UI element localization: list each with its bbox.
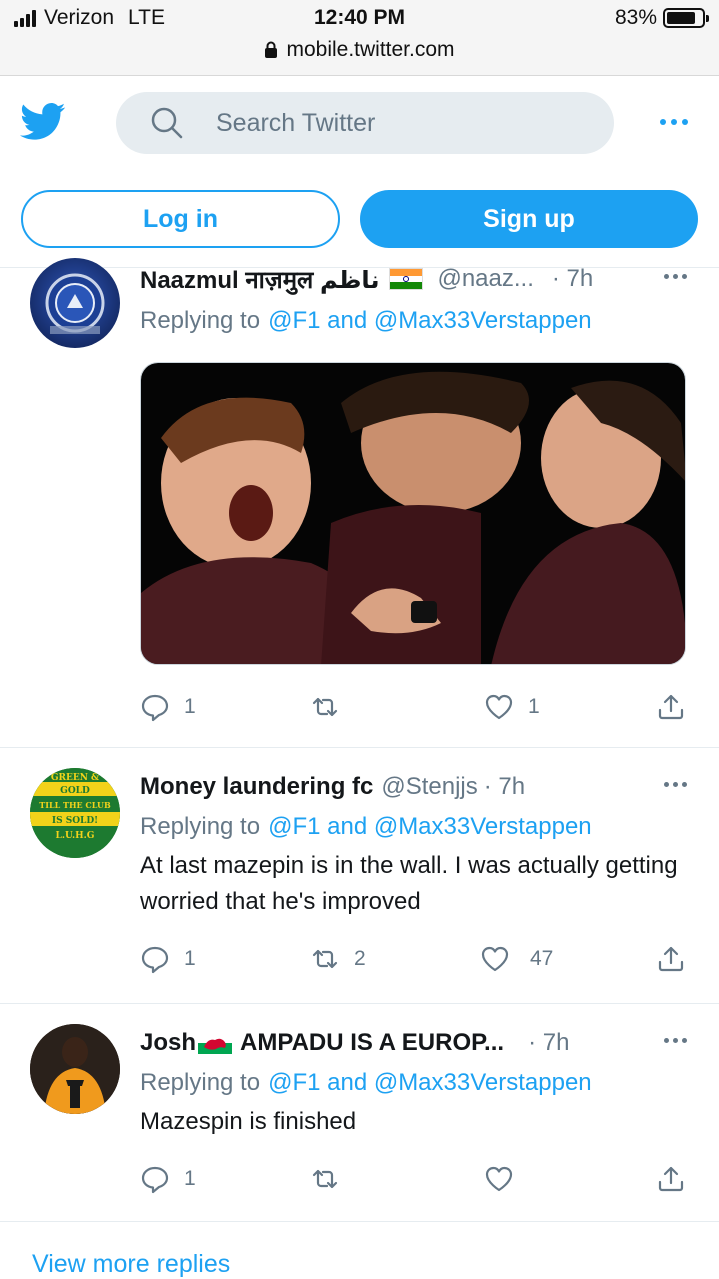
tweet-header: Naazmul नाज़मुल ناظم @naaz... · 7h <box>140 262 697 296</box>
timestamp[interactable]: · 7h <box>552 265 593 293</box>
chelsea-crest-icon <box>45 273 105 334</box>
reply-button[interactable]: 1 <box>140 692 196 722</box>
replying-to: Replying to @F1 and @Max33Verstappen <box>140 302 697 340</box>
avatar-text: GREEN & <box>51 773 99 783</box>
username[interactable]: @Stenjjs <box>381 773 477 801</box>
tweet-header: Josh AMPADU IS A EUROP... · 7h <box>140 1026 697 1060</box>
timestamp[interactable]: · 7h <box>528 1029 569 1057</box>
retweet-icon <box>312 949 338 969</box>
reply-icon <box>141 1166 169 1194</box>
retweet-count: 2 <box>354 947 366 970</box>
tweet-more-icon[interactable] <box>664 274 687 279</box>
tweet-actions: 1 2 47 <box>140 944 700 984</box>
avatar[interactable] <box>30 258 120 348</box>
reply-mentions[interactable]: @F1 and @Max33Verstappen <box>268 813 592 841</box>
heart-icon <box>481 946 509 972</box>
wales-flag-icon <box>198 1032 233 1054</box>
share-button[interactable] <box>656 1164 686 1194</box>
replying-to: Replying to @F1 and @Max33Verstappen <box>140 808 697 846</box>
like-count: 47 <box>530 947 554 970</box>
tweet[interactable]: Josh AMPADU IS A EUROP... · 7h Replying … <box>0 1004 719 1222</box>
tweet-actions: 1 <box>140 1164 700 1204</box>
tweet-actions: 1 1 <box>140 692 700 732</box>
signup-button[interactable]: Sign up <box>360 190 698 248</box>
avatar-text: IS SOLD! <box>52 816 98 826</box>
reply-count: 1 <box>184 947 196 970</box>
reply-count: 1 <box>184 695 196 718</box>
display-name[interactable]: Naazmul नाज़मुल ناظم <box>140 263 379 296</box>
tweet-media-image[interactable] <box>140 362 686 665</box>
tweet-body: Money laundering fc @Stenjjs · 7h Replyi… <box>140 770 697 920</box>
green-gold-avatar-image: GREEN & GOLD TILL THE CLUB IS SOLD! L.U.… <box>30 768 120 858</box>
tweet[interactable]: GREEN & GOLD TILL THE CLUB IS SOLD! L.U.… <box>0 748 719 1004</box>
tweet-text: At last mazepin is in the wall. I was ac… <box>140 852 678 915</box>
like-button[interactable] <box>484 1164 514 1194</box>
login-button[interactable]: Log in <box>21 190 340 248</box>
avatar-text: GOLD <box>60 786 90 796</box>
more-options-icon[interactable] <box>654 112 694 132</box>
tweet-more-icon[interactable] <box>664 1038 687 1043</box>
share-button[interactable] <box>656 692 686 722</box>
battery-icon <box>663 8 709 28</box>
clock: 12:40 PM <box>313 6 406 29</box>
battery-percent: 83% <box>614 6 657 29</box>
reply-count: 1 <box>184 1167 196 1190</box>
tweet-body: Josh AMPADU IS A EUROP... · 7h Replying … <box>140 1026 697 1140</box>
search-icon <box>151 107 183 139</box>
reply-mentions[interactable]: @F1 and @Max33Verstappen <box>268 1069 592 1097</box>
ios-status-bar: Verizon LTE 12:40 PM 83% mobile.twitter.… <box>0 0 719 76</box>
url-text: mobile.twitter.com <box>286 38 455 61</box>
avatar[interactable]: GREEN & GOLD TILL THE CLUB IS SOLD! L.U.… <box>30 768 120 858</box>
battery-info: 83% <box>614 6 709 30</box>
tweet-more-icon[interactable] <box>664 782 687 787</box>
reply-mentions[interactable]: @F1 and @Max33Verstappen <box>268 307 592 335</box>
search-bar[interactable] <box>116 92 614 154</box>
reply-icon <box>141 946 169 974</box>
retweet-button[interactable]: 2 <box>310 944 366 974</box>
search-input[interactable] <box>216 108 596 138</box>
tweet-header: Money laundering fc @Stenjjs · 7h <box>140 770 697 804</box>
avatar-text: TILL THE CLUB <box>39 800 111 810</box>
twitter-header: Log in Sign up <box>0 76 719 268</box>
like-button[interactable]: 47 <box>480 944 553 974</box>
heart-icon <box>485 694 513 720</box>
username[interactable]: @naaz... <box>437 265 533 293</box>
reply-button[interactable]: 1 <box>140 1164 196 1194</box>
reply-prefix: Replying to <box>140 307 261 334</box>
lock-icon <box>265 41 278 58</box>
retweet-icon <box>312 1169 338 1189</box>
tweet[interactable]: Naazmul नाज़मुल ناظم @naaz... · 7h Reply… <box>0 258 719 748</box>
tweet-text: Mazespin is finished <box>140 1108 357 1135</box>
share-icon <box>658 946 684 972</box>
avatar-text: L.U.H.G <box>56 831 95 841</box>
share-icon <box>658 694 684 720</box>
player-avatar-image <box>30 1024 120 1114</box>
reply-prefix: Replying to <box>140 1069 261 1096</box>
share-icon <box>658 1166 684 1192</box>
like-button[interactable]: 1 <box>484 692 540 722</box>
share-button[interactable] <box>656 944 686 974</box>
twitter-bird-icon[interactable] <box>20 102 66 142</box>
india-flag-icon <box>389 268 424 290</box>
reply-icon <box>141 694 169 722</box>
heart-icon <box>485 1166 513 1192</box>
address-bar[interactable]: mobile.twitter.com <box>0 38 719 62</box>
display-name-rest[interactable]: AMPADU IS A EUROP... <box>240 1029 504 1057</box>
retweet-button[interactable] <box>310 1164 340 1194</box>
display-name[interactable]: Money laundering fc <box>140 773 373 801</box>
like-count: 1 <box>528 695 540 718</box>
avatar[interactable] <box>30 1024 120 1114</box>
timestamp[interactable]: · 7h <box>484 773 525 801</box>
display-name[interactable]: Josh <box>140 1029 196 1057</box>
reply-button[interactable]: 1 <box>140 944 196 974</box>
replying-to: Replying to @F1 and @Max33Verstappen <box>140 1064 697 1102</box>
tweet-body: Naazmul नाज़मुल ناظم @naaz... · 7h Reply… <box>140 262 697 665</box>
retweet-icon <box>312 697 338 717</box>
reply-prefix: Replying to <box>140 813 261 840</box>
view-more-replies-link[interactable]: View more replies <box>32 1250 230 1279</box>
retweet-button[interactable] <box>310 692 354 722</box>
